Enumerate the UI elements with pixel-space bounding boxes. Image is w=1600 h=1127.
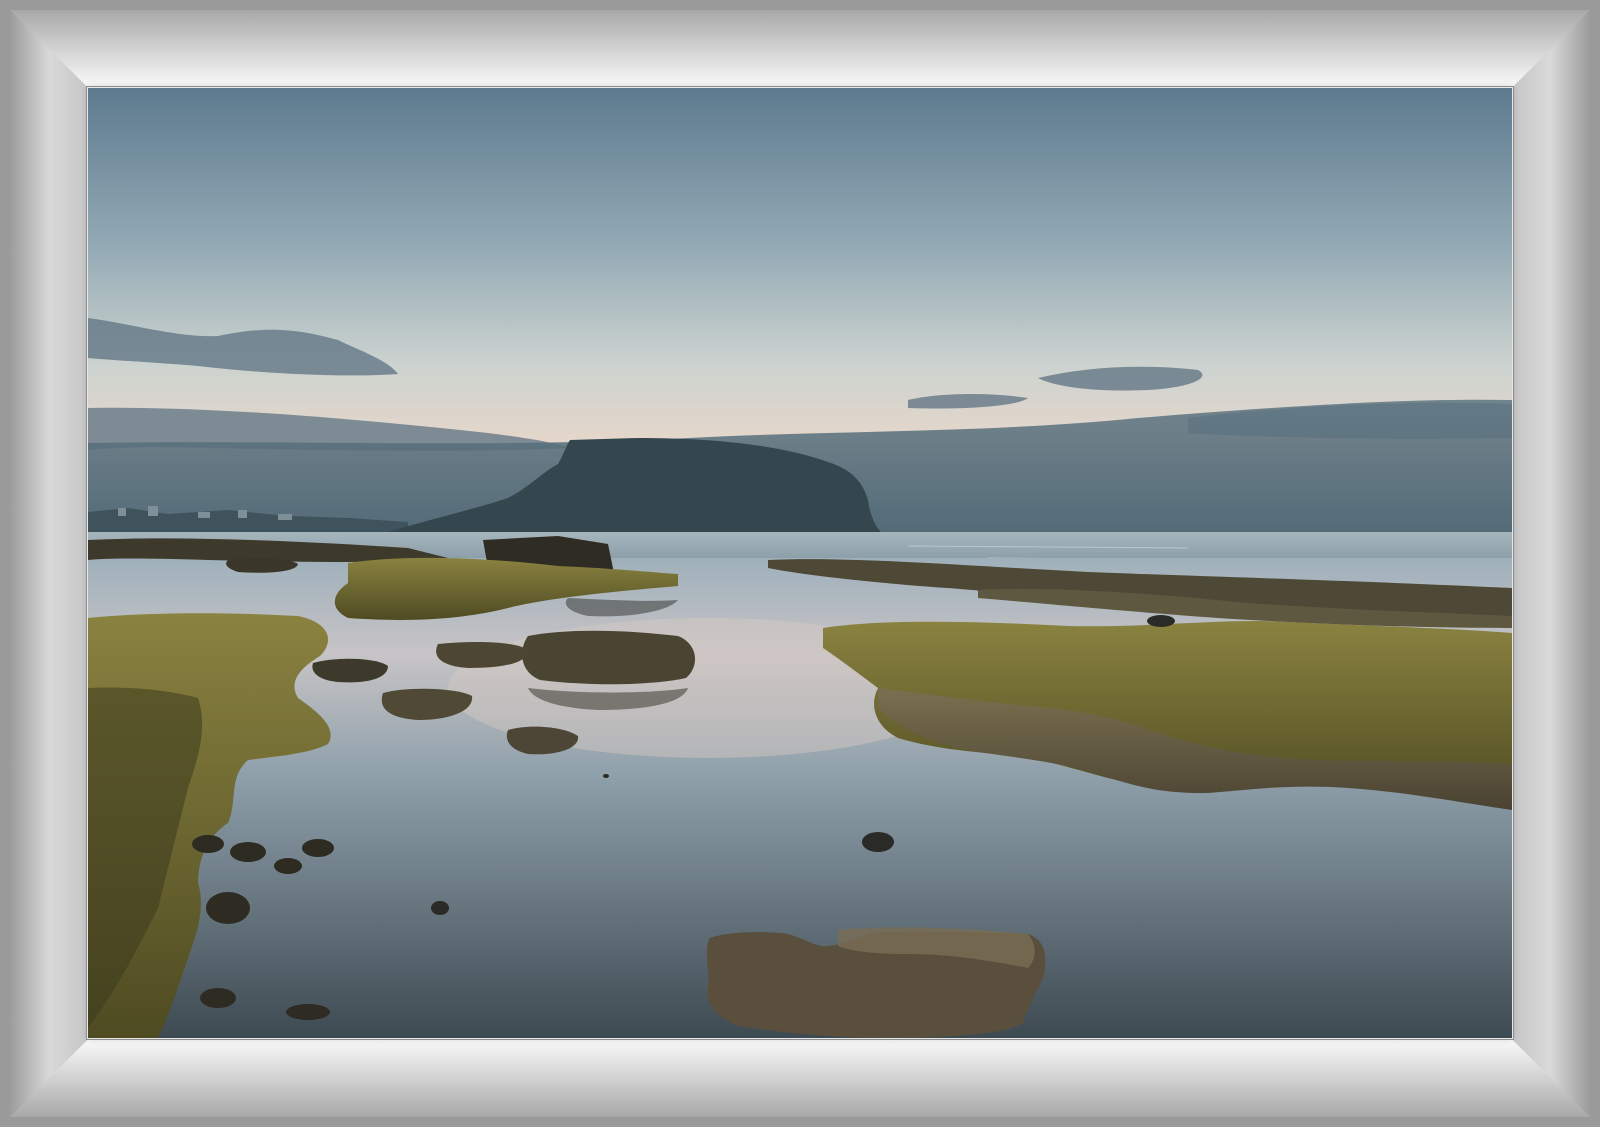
mat-left-bevel [10, 10, 90, 1117]
mat-right-bevel [1510, 10, 1590, 1117]
landscape-photo [87, 87, 1513, 1039]
landscape-photo-scene [88, 88, 1512, 1038]
stepping-rock-1 [522, 630, 696, 685]
